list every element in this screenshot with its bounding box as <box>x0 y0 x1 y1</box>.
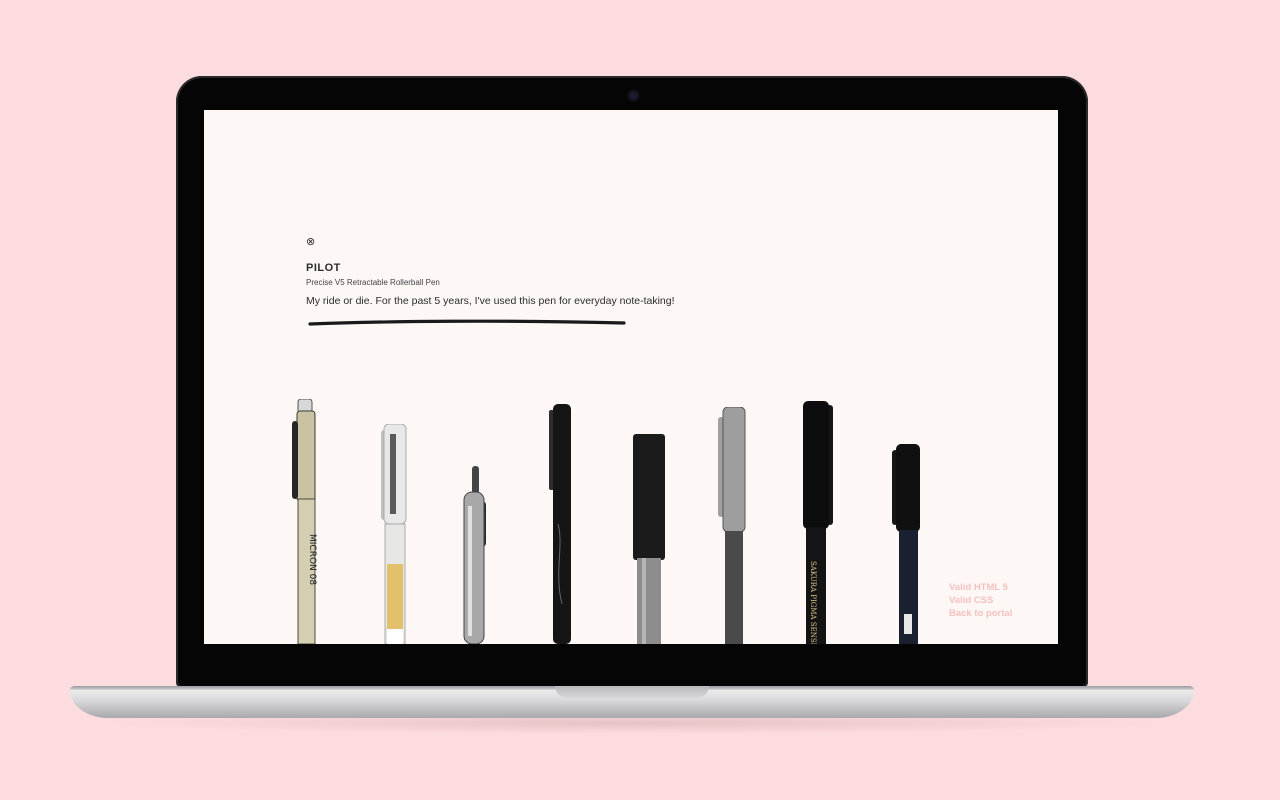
pen-micron[interactable]: MICRON 08 <box>290 399 326 644</box>
brush-underline <box>308 319 626 326</box>
back-to-portal-link[interactable]: Back to portal <box>949 607 1012 620</box>
valid-html-link[interactable]: Valid HTML 5 <box>949 581 1012 594</box>
pen-fountain-black[interactable] <box>544 404 580 644</box>
pen-hexagonal[interactable] <box>631 434 667 644</box>
pen-gel[interactable] <box>377 424 413 644</box>
micron-label: MICRON 08 <box>307 534 317 585</box>
sakura-label: SAKURA PIGMA SENSEI <box>809 561 817 644</box>
pen-brush[interactable] <box>890 444 926 644</box>
laptop-base <box>70 686 1194 718</box>
pen-pilot-v5[interactable] <box>460 466 496 644</box>
pen-sakura-sensei[interactable]: SAKURA PIGMA SENSEI <box>801 401 837 644</box>
pen-description: My ride or die. For the past 5 years, I'… <box>306 295 675 307</box>
close-icon[interactable]: ⊗ <box>306 236 315 248</box>
screen: ⊗ PILOT Precise V5 Retractable Rollerbal… <box>204 110 1058 644</box>
pen-product-name: Precise V5 Retractable Rollerball Pen <box>306 278 440 287</box>
pen-staedtler[interactable] <box>716 407 752 644</box>
pen-brand: PILOT <box>306 262 341 274</box>
valid-css-link[interactable]: Valid CSS <box>949 594 1012 607</box>
footer-links: Valid HTML 5 Valid CSS Back to portal <box>949 581 1012 620</box>
camera-icon <box>629 91 638 100</box>
base-notch <box>555 686 709 698</box>
